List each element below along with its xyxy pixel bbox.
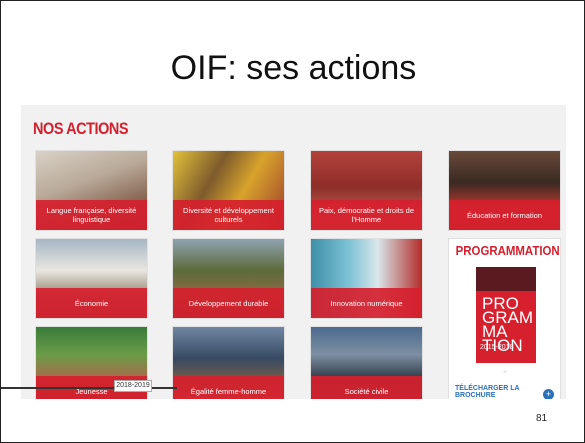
tile-label: Développement durable — [173, 288, 284, 318]
tile-label: Langue française, diversité linguistique — [36, 200, 147, 230]
tile-societe-civile[interactable]: Société civile — [311, 327, 422, 399]
programmation-title: PROGRAMMATION — [455, 243, 560, 258]
slide-title: OIF: ses actions — [170, 49, 417, 87]
tile-langue[interactable]: Langue française, diversité linguistique — [36, 151, 147, 230]
tile-paix[interactable]: Paix, démocratie et droits de l'Homme — [311, 151, 422, 230]
tile-label: Économie — [36, 288, 147, 318]
francophonie-logo: ◦◦ — [503, 369, 507, 374]
cover-band — [476, 267, 536, 291]
tile-label: Société civile — [311, 376, 422, 399]
tile-education[interactable]: Éducation et formation — [449, 151, 560, 230]
tile-label: Diversité et développement culturels — [173, 200, 284, 230]
tile-label: Paix, démocratie et droits de l'Homme — [311, 200, 422, 230]
programmation-card[interactable]: PROGRAMMATION PRO GRAM MA TION 2015-2018… — [449, 239, 560, 399]
website-screenshot: NOS ACTIONS Langue française, diversité … — [21, 105, 566, 399]
tile-egalite[interactable]: Égalité femme-homme — [173, 327, 284, 399]
brochure-cover: PRO GRAM MA TION 2015-2018 — [476, 267, 536, 363]
download-icon[interactable]: + — [543, 389, 554, 399]
tile-diversite[interactable]: Diversité et développement culturels — [173, 151, 284, 230]
section-heading: NOS ACTIONS — [33, 119, 129, 138]
slide: OIF: ses actions NOS ACTIONS Langue fran… — [0, 0, 585, 443]
tile-economie[interactable]: Économie — [36, 239, 147, 318]
page-number: 81 — [536, 413, 548, 424]
time-badge: 2018-2019 — [114, 380, 152, 392]
tile-developpement[interactable]: Développement durable — [173, 239, 284, 318]
cover-years: 2015-2018 — [480, 344, 514, 351]
tile-innovation[interactable]: Innovation numérique — [311, 239, 422, 318]
tile-label: Éducation et formation — [449, 200, 560, 230]
tile-label: Égalité femme-homme — [173, 376, 284, 399]
tile-label: Innovation numérique — [311, 288, 422, 318]
